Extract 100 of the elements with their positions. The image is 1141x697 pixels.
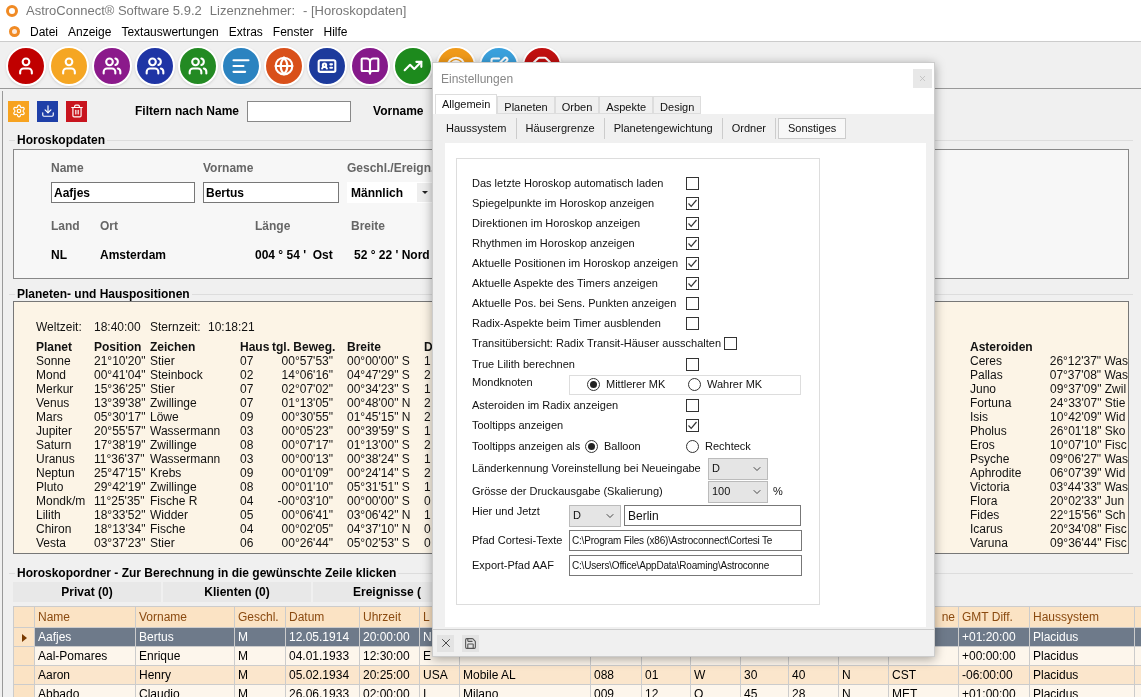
setting-label: Tooltipps anzeigen: [472, 417, 565, 433]
setting-label: True Lilith berechnen: [472, 356, 576, 372]
table-cell-text: -00°03'10": [276, 494, 334, 508]
setting-label: Aktuelle Positionen im Horoskop anzeigen: [472, 255, 680, 271]
table-cell-text: 0: [424, 536, 432, 550]
setting-label: Radix-Aspekte beim Timer ausblenden: [472, 315, 662, 331]
column-header: Uhrzeit: [363, 610, 401, 624]
table-cell-text: 13°39'38": [94, 396, 147, 410]
table-cell-text: 07: [240, 354, 255, 368]
time-value: 10:18:21: [208, 320, 255, 334]
table-cell: Placidus: [1033, 649, 1079, 663]
table-cell-text: Aphrodite: [970, 466, 1023, 480]
field-label: Breite: [351, 218, 385, 235]
table-cell: M: [238, 649, 248, 663]
table-cell-text: 05°31'51" S: [347, 480, 411, 494]
column-header: Breite: [347, 340, 382, 354]
table-cell-text: 03: [240, 424, 255, 438]
dialog-title: Einstellungen: [441, 70, 514, 88]
radio-label: Balloon: [604, 438, 641, 454]
table-cell-text: Icarus: [970, 522, 1004, 536]
table-cell-text: 03: [240, 452, 255, 466]
table-cell-text: 15°36'25": [94, 382, 147, 396]
table-cell-text: 00°24'14" S: [347, 466, 411, 480]
table-cell-text: Stier: [150, 536, 176, 550]
table-cell: Aal-Pomares: [38, 649, 108, 663]
setting-label: Hier und Jetzt: [472, 504, 541, 519]
table-cell-text: 08: [240, 480, 255, 494]
table-cell: E: [423, 649, 431, 663]
column-header: Haussystem: [1033, 610, 1100, 624]
table-cell-text: Pluto: [36, 480, 65, 494]
table-cell-text: 1: [424, 452, 432, 466]
table-cell-text: 00°01'10": [280, 480, 334, 494]
table-cell: 10°42'09" Wid: [1050, 410, 1126, 424]
table-cell-text: 00°30'55": [280, 410, 334, 424]
document-title: - [Horoskopdaten]: [303, 2, 407, 21]
table-cell-text: 00°00'13": [280, 452, 334, 466]
table-cell-text: 05°02'53" S: [347, 536, 411, 550]
setting-label: Mondknoten: [472, 375, 534, 390]
setting-label: Tooltipps anzeigen als: [472, 438, 582, 454]
table-cell-text: Lilith: [36, 508, 62, 522]
column-header: Zeichen: [150, 340, 197, 354]
table-cell-text: 00°41'04": [94, 368, 147, 382]
table-cell-text: 2: [424, 368, 432, 382]
table-cell-text: 0: [424, 494, 432, 508]
time-label: Weltzeit:: [36, 320, 83, 334]
table-cell-text: 25°47'15": [94, 466, 147, 480]
table-cell-text: Venus: [36, 396, 71, 410]
table-cell-text: 2: [424, 396, 432, 410]
table-cell-text: Zwillinge: [150, 396, 198, 410]
table-cell-text: 1: [424, 480, 432, 494]
column-header: tgl. Beweg.: [272, 340, 337, 354]
table-cell-text: 01°45'15" N: [347, 410, 412, 424]
table-cell-text: 14°06'16": [280, 368, 334, 382]
table-cell: 40: [792, 668, 806, 682]
window-title: AstroConnect® Software 5.9.2: [26, 2, 202, 21]
column-header: Vorname: [139, 610, 188, 624]
table-cell-text: 00°07'17": [280, 438, 334, 452]
field-label: Vorname: [203, 160, 255, 177]
column-header: Haus: [240, 340, 271, 354]
column-header: Planet: [36, 340, 73, 354]
setting-label: Spiegelpunkte im Horoskop anzeigen: [472, 195, 656, 211]
radio-label: Wahrer MK: [707, 377, 763, 393]
table-cell: Mobile AL: [463, 668, 516, 682]
table-cell-text: 04°47'29" S: [347, 368, 411, 382]
table-cell: 07°37'08" Was: [1049, 368, 1128, 382]
table-cell-text: 05: [240, 508, 255, 522]
radio-label: Rechteck: [705, 438, 751, 454]
table-cell: 20:00:00: [363, 630, 410, 644]
table-cell-text: 17°38'19": [94, 438, 147, 452]
field-value: 52 ° 22 ' Nord: [354, 247, 430, 264]
table-cell-text: 00°38'24" S: [347, 452, 411, 466]
table-cell: -06:00:00: [962, 668, 1013, 682]
table-cell: Aaron: [38, 668, 71, 682]
table-cell-text: 01°13'05": [280, 396, 334, 410]
table-cell-text: 02: [240, 368, 255, 382]
group-title: Horoskopdaten: [16, 132, 106, 149]
column-header: Asteroiden: [970, 340, 1034, 354]
table-cell-text: Merkur: [36, 382, 75, 396]
setting-label: Aktuelle Aspekte des Timers anzeigen: [472, 275, 659, 291]
table-cell-text: 20°55'57": [94, 424, 147, 438]
table-cell: Placidus: [1033, 630, 1079, 644]
field-value: 004 ° 54 ' Ost: [255, 247, 334, 264]
filter-label: Filtern nach Name: [135, 103, 240, 120]
table-cell: 24°33'07" Stie: [1050, 396, 1126, 410]
table-cell-text: 03°37'23": [94, 536, 147, 550]
table-cell-text: Eros: [970, 438, 996, 452]
field-label: Ort: [100, 218, 119, 235]
table-cell-text: Steinbock: [150, 368, 204, 382]
column-header: GMT Diff.: [962, 610, 1013, 624]
table-cell-text: Fische R: [150, 494, 199, 508]
setting-label: Pfad Cortesi-Texte: [472, 533, 564, 549]
table-cell-text: 11°25'35": [94, 494, 146, 508]
field-label: Land: [51, 218, 81, 235]
first-name-filter-label: Vorname: [373, 103, 424, 120]
unit-label: %: [773, 484, 783, 500]
table-cell: 04.01.1933: [289, 649, 350, 663]
table-cell: USA: [423, 668, 448, 682]
table-cell-text: 00°02'05": [280, 522, 334, 536]
time-label: Sternzeit:: [150, 320, 202, 334]
field-value: Amsterdam: [100, 247, 168, 264]
